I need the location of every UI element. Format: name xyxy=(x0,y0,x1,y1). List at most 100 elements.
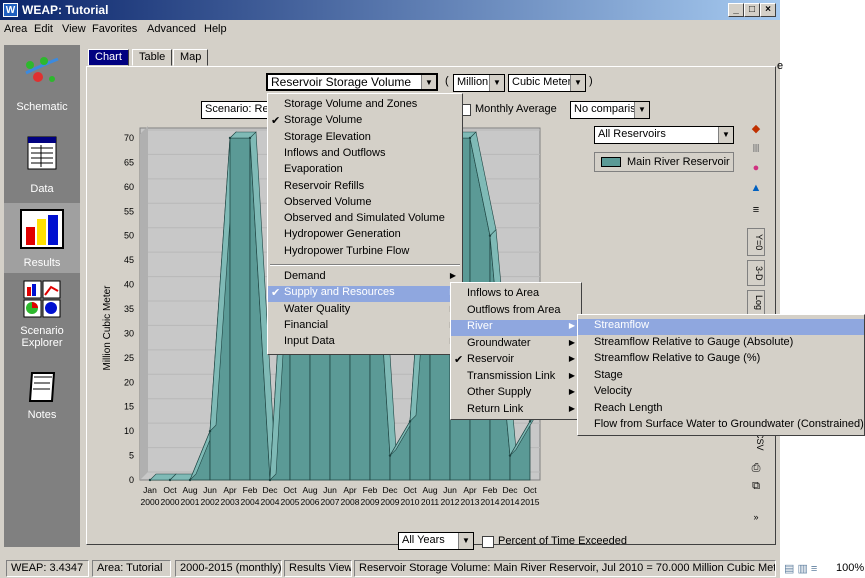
menu-item-label: Reservoir xyxy=(467,353,515,365)
tab-map[interactable]: Map xyxy=(173,49,209,66)
menu-item-label: Streamflow xyxy=(594,319,650,331)
menu-item-result-0[interactable]: Storage Volume and Zones xyxy=(268,98,462,114)
menu-item-supply-1[interactable]: Outflows from Area xyxy=(451,304,581,320)
gridlines-icon[interactable]: ≡ xyxy=(747,204,765,222)
sidebar-item-data[interactable]: Data xyxy=(4,125,80,199)
sidebar-item-notes[interactable]: Notes xyxy=(4,363,80,427)
menu-item-supply-2[interactable]: River ▶ xyxy=(451,320,581,336)
menu-item-river-3[interactable]: Stage xyxy=(578,369,864,385)
menu-item-label: Observed and Simulated Volume xyxy=(284,212,445,225)
scenario-explorer-icon xyxy=(23,280,61,318)
menu-item-label: Water Quality xyxy=(284,302,351,315)
menu-help[interactable]: Help xyxy=(204,23,227,35)
colors-icon[interactable]: ● xyxy=(747,162,765,180)
comparison-select[interactable]: No comparison ▼ xyxy=(570,101,650,119)
menu-advanced[interactable]: Advanced xyxy=(147,23,196,35)
palette-icon[interactable]: ◆ xyxy=(747,122,765,140)
menu-item-result-4[interactable]: Evaporation xyxy=(268,163,462,179)
sidebar-item-results[interactable]: Results xyxy=(4,203,80,273)
menu-item-river-6[interactable]: Flow from Surface Water to Groundwater (… xyxy=(578,418,864,434)
data-icon xyxy=(27,136,57,170)
print-icon[interactable]: ⎙ xyxy=(747,462,765,480)
menu-item-river-0[interactable]: Streamflow xyxy=(578,319,864,335)
chevron-down-icon: ▼ xyxy=(458,533,473,549)
menu-item-river-2[interactable]: Streamflow Relative to Gauge (%) xyxy=(578,352,864,368)
menu-item-label: Stage xyxy=(594,368,623,381)
unit-scale-select[interactable]: Million ▼ xyxy=(453,74,505,92)
menu-view[interactable]: View xyxy=(62,23,86,35)
menu-item-label: Evaporation xyxy=(284,163,343,176)
menu-item-result-5[interactable]: Reservoir Refills xyxy=(268,180,462,196)
checkmark-icon: ✔ xyxy=(271,287,281,300)
menu-item-river-1[interactable]: Streamflow Relative to Gauge (Absolute) xyxy=(578,336,864,352)
x-tick-year: 2003 xyxy=(221,497,240,507)
tab-chart[interactable]: Chart xyxy=(88,49,129,66)
menu-bar: Area Edit View Favorites Advanced Help xyxy=(0,20,780,39)
x-tick-month: Feb xyxy=(363,485,378,495)
minimize-button[interactable]: _ xyxy=(728,3,744,17)
plot-back-wall xyxy=(140,126,148,480)
menu-item-label: Inflows to Area xyxy=(467,287,540,299)
menu-favorites[interactable]: Favorites xyxy=(92,23,137,35)
submenu-arrow-icon: ▶ xyxy=(568,387,575,396)
y-tick-label: 45 xyxy=(124,255,134,265)
menu-item-result-7[interactable]: Observed and Simulated Volume xyxy=(268,212,462,228)
variable-select-value: Reservoir Storage Volume xyxy=(271,75,412,89)
menu-item-category-3[interactable]: Financial▶ xyxy=(268,319,462,335)
menu-item-supply-3[interactable]: Groundwater ▶ xyxy=(451,337,581,353)
menu-edit[interactable]: Edit xyxy=(34,23,53,35)
layout-icons[interactable]: ▤ ▥ ≡ xyxy=(784,562,817,575)
years-select[interactable]: All Years ▼ xyxy=(398,532,474,550)
reservoir-select-value: All Reservoirs xyxy=(598,128,666,140)
menu-item-supply-7[interactable]: Return Link ▶ xyxy=(451,403,581,419)
x-tick-month: Jun xyxy=(203,485,217,495)
menu-item-label: Transmission Link xyxy=(467,369,556,382)
menu-item-supply-5[interactable]: Transmission Link ▶ xyxy=(451,370,581,386)
scenario-select[interactable]: Scenario: Re xyxy=(201,101,271,119)
x-tick-year: 2011 xyxy=(421,497,440,507)
tab-table[interactable]: Table xyxy=(132,49,173,66)
sidebar-item-schematic[interactable]: Schematic xyxy=(4,45,80,123)
menu-item-result-2[interactable]: Storage Elevation xyxy=(268,131,462,147)
variable-select[interactable]: Reservoir Storage Volume ▼ xyxy=(266,73,438,91)
menu-item-category-2[interactable]: Water Quality▶ xyxy=(268,303,462,319)
y-tick-label: 15 xyxy=(124,402,134,412)
reservoir-select[interactable]: All Reservoirs ▼ xyxy=(594,126,734,144)
results-icon xyxy=(20,209,64,249)
notes-icon xyxy=(28,372,56,402)
three-d-toggle[interactable]: 3-D xyxy=(747,260,765,286)
menu-item-result-6[interactable]: Observed Volume xyxy=(268,196,462,212)
menu-item-category-4[interactable]: Input Data▶ xyxy=(268,335,462,351)
menu-area[interactable]: Area xyxy=(4,23,27,35)
submenu-arrow-icon: ▶ xyxy=(568,337,575,347)
axis-icon[interactable]: ▲ xyxy=(747,182,765,200)
bar-style-icon[interactable]: Ⅲ xyxy=(747,142,765,160)
menu-item-supply-6[interactable]: Other Supply ▶ xyxy=(451,386,581,402)
menu-item-river-4[interactable]: Velocity xyxy=(578,385,864,401)
copy-icon[interactable]: ⧉ xyxy=(747,480,765,498)
menu-item-result-9[interactable]: Hydropower Turbine Flow xyxy=(268,245,462,261)
data-point xyxy=(468,136,472,140)
x-tick-month: Aug xyxy=(422,485,437,495)
more-icon[interactable]: » xyxy=(747,512,765,530)
data-point xyxy=(408,420,412,423)
menu-item-result-8[interactable]: Hydropower Generation xyxy=(268,228,462,244)
maximize-button[interactable]: □ xyxy=(744,3,760,17)
menu-item-supply-0[interactable]: Inflows to Area xyxy=(451,287,581,303)
x-tick-year: 2001 xyxy=(181,497,200,507)
data-point xyxy=(388,454,392,457)
menu-item-category-1[interactable]: ✔Supply and Resources▶ xyxy=(268,286,462,303)
x-tick-year: 2002 xyxy=(201,497,220,507)
unit-select[interactable]: Cubic Meter ▼ xyxy=(508,74,586,92)
menu-item-river-5[interactable]: Reach Length xyxy=(578,402,864,418)
menu-item-category-0[interactable]: Demand ▶ xyxy=(268,270,462,286)
close-button[interactable]: × xyxy=(760,3,776,17)
log-toggle[interactable]: Log xyxy=(747,290,765,316)
submenu-arrow-icon: ▶ xyxy=(568,403,575,413)
y-zero-toggle[interactable]: Y=0 xyxy=(747,228,765,256)
percent-exceeded-checkbox[interactable] xyxy=(482,536,494,548)
sidebar-item-scenario-explorer[interactable]: Scenario Explorer xyxy=(4,277,80,357)
menu-item-result-1[interactable]: ✔ Storage Volume xyxy=(268,114,462,130)
menu-item-result-3[interactable]: Inflows and Outflows xyxy=(268,147,462,163)
menu-item-supply-4[interactable]: ✔ Reservoir ▶ xyxy=(451,353,581,369)
